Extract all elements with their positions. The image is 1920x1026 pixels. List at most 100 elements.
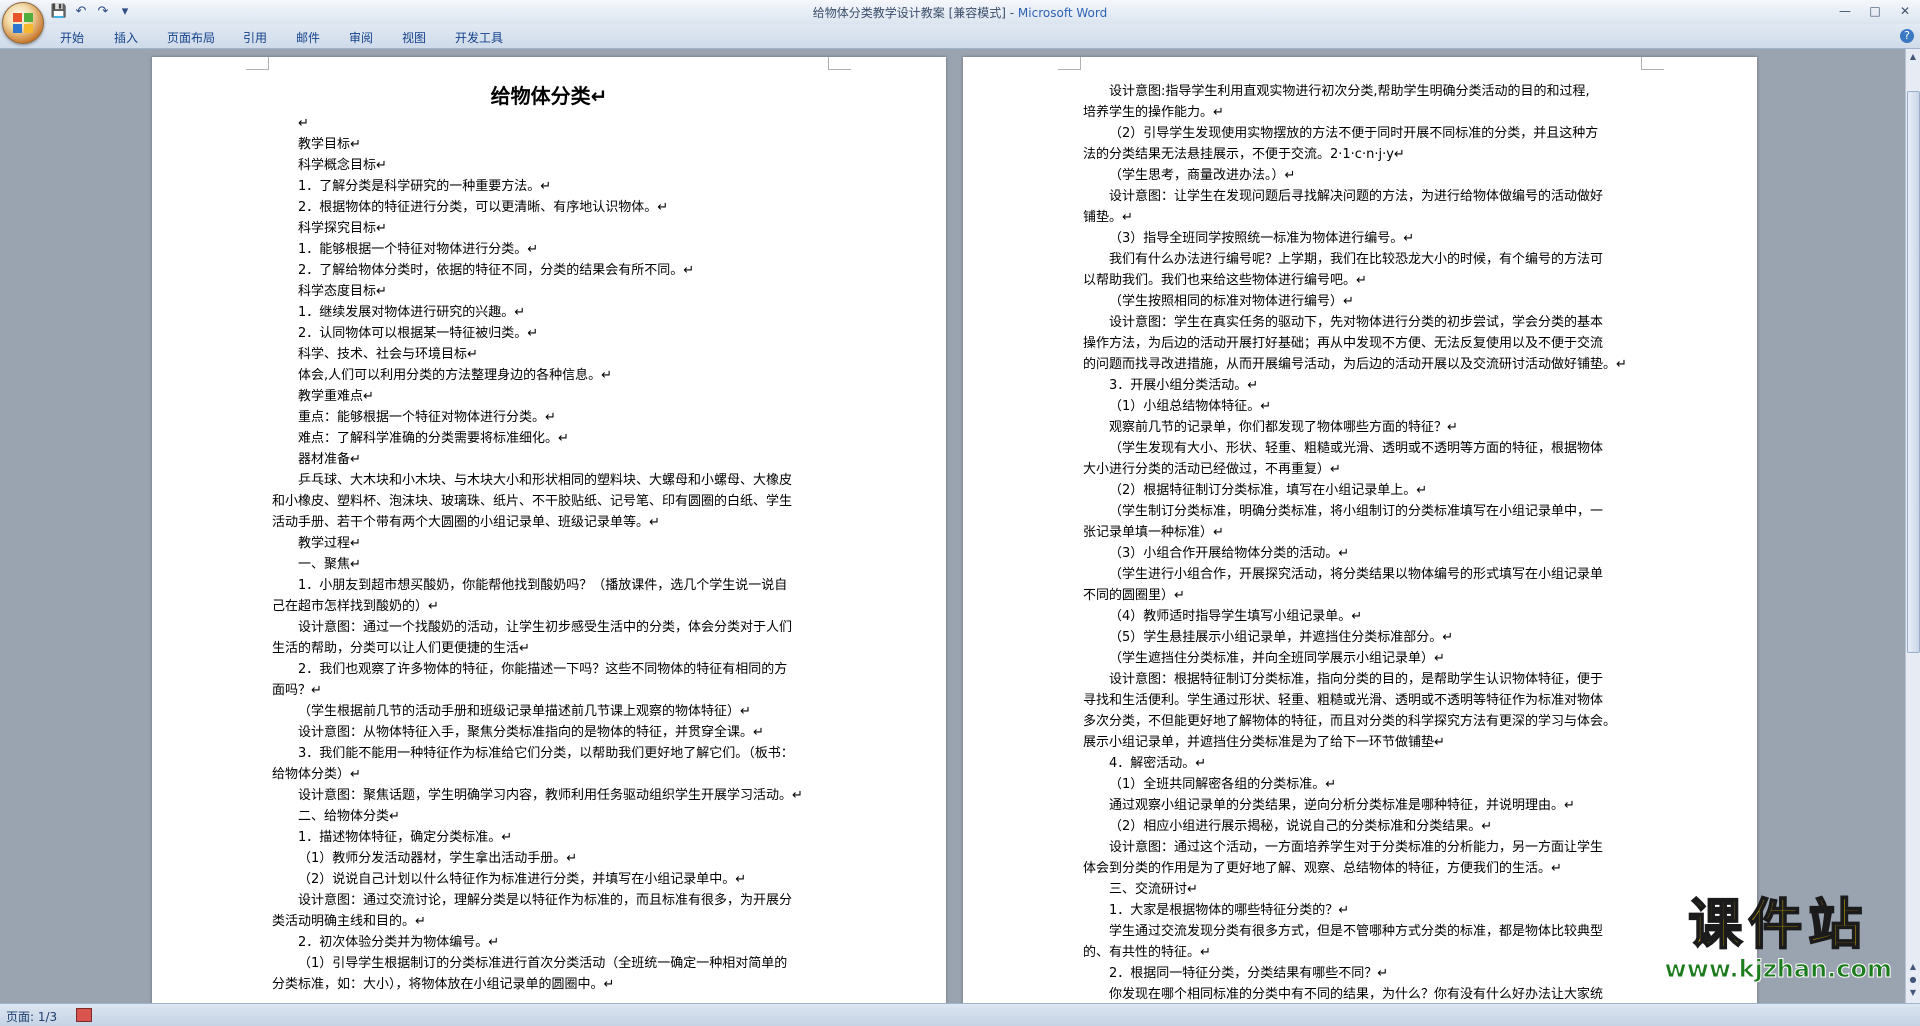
paragraph-line: 操作方法，为后边的活动开展打好基础；再从中发现不方便、无法反复使用以及不便于交流 — [1083, 336, 1604, 351]
paragraph-line: （1）教师分发活动器材，学生拿出活动手册。↵ — [298, 851, 578, 866]
paragraph-line: 你发现在哪个相同标准的分类中有不同的结果，为什么？你有没有什么好办法让大家统 — [1109, 987, 1604, 1002]
document-page-2[interactable]: 设计意图:指导学生利用直观实物进行初次分类,帮助学生明确分类活动的目的和过程, 培… — [963, 57, 1757, 1003]
paragraph-line: 1．描述物体特征，确定分类标准。↵ — [298, 830, 513, 845]
vertical-scrollbar[interactable]: ▲ ▲ ● ▼ — [1905, 49, 1920, 1003]
paragraph-line: 大小进行分类的活动已经做过，不再重复）↵ — [1083, 462, 1341, 477]
page-1-text: 给物体分类↵ ↵ 教学目标↵ 科学概念目标↵ 1．了解分类是科学研究的一种重要方法。↵… — [272, 81, 826, 995]
window-controls: — □ ✕ — [1830, 0, 1920, 22]
paragraph-line: （学生思考，商量改进办法。）↵ — [1109, 168, 1296, 183]
paragraph-line: 寻找和生活便利。学生通过形状、轻重、粗糙或光滑、透明或不透明等特征作为标准对物体 — [1083, 693, 1604, 708]
paragraph-line: （2）相应小组进行展示揭秘，说说自己的分类标准和分类结果。↵ — [1109, 819, 1493, 834]
paragraph-line: 观察前几节的记录单，你们都发现了物体哪些方面的特征？↵ — [1109, 420, 1458, 435]
paragraph-line: 设计意图：通过一个找酸奶的活动，让学生初步感受生活中的分类，体会分类对于人们 — [298, 620, 793, 635]
paragraph-line: 设计意图：通过这个活动，一方面培养学生对于分类标准的分析能力，另一方面让学生 — [1109, 840, 1604, 855]
paragraph-line: 二、给物体分类↵ — [298, 809, 400, 824]
paragraph-line: 一、聚焦↵ — [298, 557, 361, 572]
paragraph-line: 3．我们能不能用一种特征作为标准给它们分类，以帮助我们更好地了解它们。（板书： — [298, 746, 794, 761]
paragraph-line: 学生通过交流发现分类有很多方式，但是不管哪种方式分类的标准，都是物体比较典型 — [1109, 924, 1604, 939]
help-icon[interactable]: ? — [1900, 29, 1914, 43]
paragraph-line: 法的分类结果无法悬挂展示，不便于交流。2·1·c·n·j·y↵ — [1083, 147, 1405, 162]
tab-mailings[interactable]: 邮件 — [296, 29, 320, 46]
previous-page-icon[interactable]: ▲ — [1907, 961, 1919, 973]
paragraph-line: 设计意图：聚焦话题，学生明确学习内容，教师利用任务驱动组织学生开展学习活动。↵ — [298, 788, 803, 803]
paragraph-line: 多次分类，不但能更好地了解物体的特征，而且对分类的科学探究方法有更深的学习与体会… — [1083, 714, 1617, 729]
paragraph-line: 培养学生的操作能力。↵ — [1083, 105, 1224, 120]
paragraph-line: 2．根据物体的特征进行分类，可以更清晰、有序地认识物体。↵ — [298, 200, 669, 215]
maximize-icon[interactable]: □ — [1860, 0, 1890, 22]
paragraph-line: 科学探究目标↵ — [298, 221, 387, 236]
tab-developer[interactable]: 开发工具 — [455, 29, 503, 46]
paragraph-line: （学生遮挡住分类标准，并向全班同学展示小组记录单）↵ — [1109, 651, 1445, 666]
tab-view[interactable]: 视图 — [402, 29, 426, 46]
tab-review[interactable]: 审阅 — [349, 29, 373, 46]
watermark: 课件站 www.kjzhan.com — [1664, 893, 1892, 984]
next-page-icon[interactable]: ▼ — [1907, 987, 1919, 999]
paragraph-line: 给物体分类）↵ — [272, 767, 361, 782]
paragraph-line: 体会到分类的作用是为了更好地了解、观察、总结物体的特征，方便我们的生活。↵ — [1083, 861, 1562, 876]
paragraph-line: （4）教师适时指导学生填写小组记录单。↵ — [1109, 609, 1363, 624]
paragraph-line: （1）引导学生根据制订的分类标准进行首次分类活动（全班统一确定一种相对简单的 — [298, 956, 788, 971]
paragraph-line: （学生制订分类标准，明确分类标准，将小组制订的分类标准填写在小组记录单中，一 — [1109, 504, 1604, 519]
paragraph-line: （5）学生悬挂展示小组记录单，并遮挡住分类标准部分。↵ — [1109, 630, 1454, 645]
document-workspace: 给物体分类↵ ↵ 教学目标↵ 科学概念目标↵ 1．了解分类是科学研究的一种重要方法。↵… — [0, 49, 1906, 1003]
paragraph-line: 以帮助我们。我们也来给这些物体进行编号吧。↵ — [1083, 273, 1367, 288]
paragraph-line: （2）引导学生发现使用实物摆放的方法不便于同时开展不同标准的分类，并且这种方 — [1109, 126, 1599, 141]
paragraph-line: 生活的帮助，分类可以让人们更便捷的生活↵ — [272, 641, 530, 656]
paragraph-line: 设计意图:指导学生利用直观实物进行初次分类,帮助学生明确分类活动的目的和过程, — [1109, 84, 1590, 99]
paragraph-line: 设计意图：从物体特征入手，聚焦分类标准指向的是物体的特征，并贯穿全课。↵ — [298, 725, 764, 740]
paragraph-line: 面吗？↵ — [272, 683, 322, 698]
paragraph-line: 张记录单填一种标准）↵ — [1083, 525, 1224, 540]
paragraph-line: （2）说说自己计划以什么特征作为标准进行分类，并填写在小组记录单中。↵ — [298, 872, 747, 887]
paragraph-line: （学生进行小组合作，开展探究活动，将分类结果以物体编号的形式填写在小组记录单 — [1109, 567, 1604, 582]
tab-insert[interactable]: 插入 — [114, 29, 138, 46]
close-icon[interactable]: ✕ — [1890, 0, 1920, 22]
window-title: 给物体分类教学设计教案 [兼容模式] - Microsoft Word — [0, 4, 1920, 21]
proofing-status-icon[interactable] — [76, 1008, 92, 1022]
paragraph-line: （学生按照相同的标准对物体进行编号）↵ — [1109, 294, 1354, 309]
paragraph-line: 设计意图：学生在真实任务的驱动下，先对物体进行分类的初步尝试，学会分类的基本 — [1109, 315, 1604, 330]
tab-home[interactable]: 开始 — [60, 29, 84, 46]
scroll-up-icon[interactable]: ▲ — [1907, 51, 1919, 63]
paragraph-line: 通过观察小组记录单的分类结果，逆向分析分类标准是哪种特征，并说明理由。↵ — [1109, 798, 1575, 813]
crop-mark — [828, 57, 851, 70]
paragraph-line: 1．继续发展对物体进行研究的兴趣。↵ — [298, 305, 526, 320]
watermark-name: 课件站 — [1687, 893, 1869, 956]
application-name: Microsoft Word — [1017, 6, 1108, 20]
office-button[interactable] — [2, 2, 44, 44]
tab-references[interactable]: 引用 — [243, 29, 267, 46]
watermark-url: www.kjzhan.com — [1664, 955, 1892, 984]
paragraph-line: 2．我们也观察了许多物体的特征，你能描述一下吗？这些不同物体的特征有相同的方 — [298, 662, 788, 677]
paragraph-line: （2）根据特征制订分类标准，填写在小组记录单上。↵ — [1109, 483, 1428, 498]
document-title: 给物体分类教学设计教案 [兼容模式] - — [812, 6, 1018, 20]
paragraph-line: 设计意图：让学生在发现问题后寻找解决问题的方法，为进行给物体做编号的活动做好 — [1109, 189, 1604, 204]
minimize-icon[interactable]: — — [1830, 0, 1860, 22]
paragraph-line: 展示小组记录单，并遮挡住分类标准是为了给下一环节做铺垫↵ — [1083, 735, 1445, 750]
crop-mark — [246, 57, 269, 70]
crop-mark — [1641, 57, 1664, 70]
paragraph-line: 1．能够根据一个特征对物体进行分类。↵ — [298, 242, 539, 257]
paragraph-line: 1．了解分类是科学研究的一种重要方法。↵ — [298, 179, 552, 194]
browse-object-icon[interactable]: ● — [1907, 974, 1919, 986]
paragraph-line: 3．开展小组分类活动。↵ — [1109, 378, 1259, 393]
scrollbar-thumb[interactable] — [1907, 91, 1920, 653]
paragraph-line: （3）指导全班同学按照统一标准为物体进行编号。↵ — [1109, 231, 1415, 246]
paragraph-line: 活动手册、若干个带有两个大圆圈的小组记录单、班级记录单等。↵ — [272, 515, 660, 530]
page-indicator[interactable]: 页面: 1/3 — [6, 1008, 57, 1025]
paragraph-line: （学生根据前几节的活动手册和班级记录单描述前几节课上观察的物体特征）↵ — [298, 704, 751, 719]
paragraph-line: （3）小组合作开展给物体分类的活动。↵ — [1109, 546, 1350, 561]
office-logo-icon — [13, 13, 33, 33]
document-page-1[interactable]: 给物体分类↵ ↵ 教学目标↵ 科学概念目标↵ 1．了解分类是科学研究的一种重要方法。↵… — [152, 57, 946, 1003]
paragraph-line: 科学概念目标↵ — [298, 158, 387, 173]
paragraph-line: 乒乓球、大木块和小木块、与木块大小和形状相同的塑料块、大螺母和小螺母、大橡皮 — [298, 473, 793, 488]
ribbon-tab-bar: 开始 插入 页面布局 引用 邮件 审阅 视图 开发工具 ? — [0, 24, 1920, 49]
tab-page-layout[interactable]: 页面布局 — [167, 29, 215, 46]
paragraph-line: 科学、技术、社会与环境目标↵ — [298, 347, 478, 362]
paragraph-line: 教学目标↵ — [298, 137, 361, 152]
paragraph-line: 2．认同物体可以根据某一特征被归类。↵ — [298, 326, 539, 341]
paragraph-line: 不同的圆圈里）↵ — [1083, 588, 1185, 603]
paragraph-line: 2．了解给物体分类时，依据的特征不同，分类的结果会有所不同。↵ — [298, 263, 695, 278]
paragraph-line: 1．小朋友到超市想买酸奶，你能帮他找到酸奶吗？（播放课件，选几个学生说一说自 — [298, 578, 788, 593]
paragraph-line: ↵ — [298, 116, 309, 131]
paragraph-line: 类活动明确主线和目的。↵ — [272, 914, 426, 929]
paragraph-line: （学生发现有大小、形状、轻重、粗糙或光滑、透明或不透明等方面的特征，根据物体 — [1109, 441, 1604, 456]
